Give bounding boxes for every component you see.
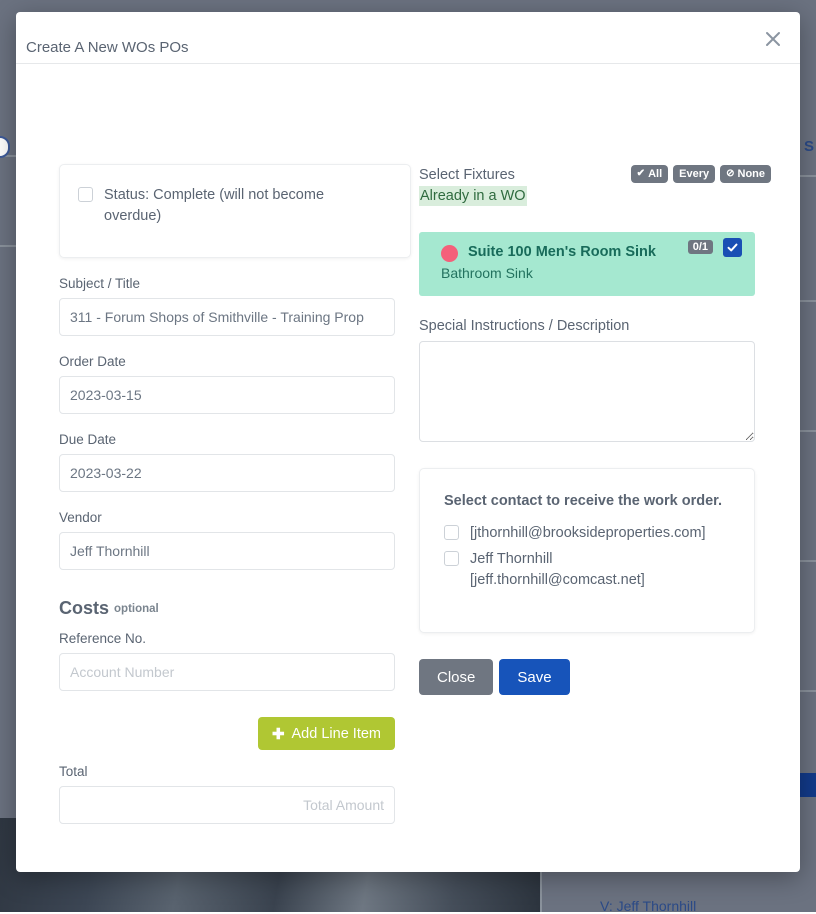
fixtures-header: Select Fixtures Already in a WO ✔ All Ev… xyxy=(419,164,771,212)
ban-icon: ⊘ xyxy=(726,169,734,179)
fixture-list-item[interactable]: Suite 100 Men's Room Sink Bathroom Sink … xyxy=(419,232,755,296)
costs-optional-badge: optional xyxy=(114,603,159,615)
background-text: S xyxy=(804,138,814,155)
background-chip xyxy=(800,773,816,797)
fixture-status-dot-icon xyxy=(441,245,458,262)
modal-header: Create A New WOs POs xyxy=(16,12,800,64)
total-label: Total xyxy=(59,764,411,779)
plus-icon: ✚ xyxy=(272,725,285,743)
background-divider xyxy=(800,430,816,432)
background-divider xyxy=(800,690,816,692)
special-instructions-label: Special Instructions / Description xyxy=(419,318,771,334)
contact-card-title: Select contact to receive the work order… xyxy=(444,493,730,509)
filter-all-label: All xyxy=(648,169,662,180)
filter-none-button[interactable]: ⊘ None xyxy=(720,165,771,183)
fixture-count-badge: 0/1 xyxy=(688,240,713,254)
contact-list-item[interactable]: [jthornhill@brooksideproperties.com] xyxy=(444,525,730,544)
modal-title: Create A New WOs POs xyxy=(26,39,189,56)
contact-checkbox-0[interactable] xyxy=(444,525,459,540)
close-button[interactable]: Close xyxy=(419,659,493,695)
background-divider xyxy=(0,245,16,247)
save-button[interactable]: Save xyxy=(499,659,569,695)
background-divider xyxy=(800,175,816,177)
background-divider xyxy=(800,300,816,302)
create-wo-po-modal: Create A New WOs POs Status: Complete (w… xyxy=(16,12,800,872)
total-input[interactable] xyxy=(59,786,395,824)
fixture-type: Bathroom Sink xyxy=(441,265,533,281)
filter-every-label: Every xyxy=(679,169,709,180)
close-icon[interactable] xyxy=(760,26,786,52)
add-line-item-button[interactable]: ✚ Add Line Item xyxy=(258,717,395,750)
status-complete-checkbox[interactable] xyxy=(78,187,93,202)
reference-no-input[interactable] xyxy=(59,653,395,691)
already-in-wo-badge: Already in a WO xyxy=(419,186,527,206)
status-card: Status: Complete (will not become overdu… xyxy=(59,164,411,258)
add-line-item-label: Add Line Item xyxy=(292,726,381,742)
costs-heading-text: Costs xyxy=(59,598,109,618)
status-complete-label: Status: Complete (will not become overdu… xyxy=(104,185,344,227)
due-date-input[interactable] xyxy=(59,454,395,492)
filter-none-label: None xyxy=(738,169,766,180)
left-form-column: Status: Complete (will not become overdu… xyxy=(59,64,411,824)
fixture-name: Suite 100 Men's Room Sink xyxy=(468,244,656,260)
filter-every-button[interactable]: Every xyxy=(673,165,715,183)
modal-body: Status: Complete (will not become overdu… xyxy=(16,64,800,871)
contact-selection-card: Select contact to receive the work order… xyxy=(419,468,755,633)
due-date-label: Due Date xyxy=(59,432,411,447)
right-form-column: Select Fixtures Already in a WO ✔ All Ev… xyxy=(419,64,771,695)
vendor-label: Vendor xyxy=(59,510,411,525)
fixture-filter-buttons: ✔ All Every ⊘ None xyxy=(631,165,771,183)
subject-title-input[interactable] xyxy=(59,298,395,336)
status-row[interactable]: Status: Complete (will not become overdu… xyxy=(78,187,392,227)
contact-checkbox-1[interactable] xyxy=(444,551,459,566)
order-date-input[interactable] xyxy=(59,376,395,414)
contact-list-item[interactable]: Jeff Thornhill [jeff.thornhill@comcast.n… xyxy=(444,551,730,591)
background-divider xyxy=(800,560,816,562)
special-instructions-textarea[interactable] xyxy=(419,341,755,442)
order-date-label: Order Date xyxy=(59,354,411,369)
fixture-select-checkbox[interactable] xyxy=(723,238,742,257)
vendor-input[interactable] xyxy=(59,532,395,570)
costs-heading: Costs optional xyxy=(59,598,411,619)
contact-label-1: Jeff Thornhill [jeff.thornhill@comcast.n… xyxy=(470,549,680,591)
contact-label-0: [jthornhill@brooksideproperties.com] xyxy=(470,523,706,544)
modal-action-row: Close Save xyxy=(419,659,771,695)
add-line-item-row: ✚ Add Line Item xyxy=(59,717,395,750)
check-icon: ✔ xyxy=(637,169,645,179)
filter-all-button[interactable]: ✔ All xyxy=(631,165,668,183)
subject-title-label: Subject / Title xyxy=(59,276,411,291)
reference-no-label: Reference No. xyxy=(59,631,411,646)
